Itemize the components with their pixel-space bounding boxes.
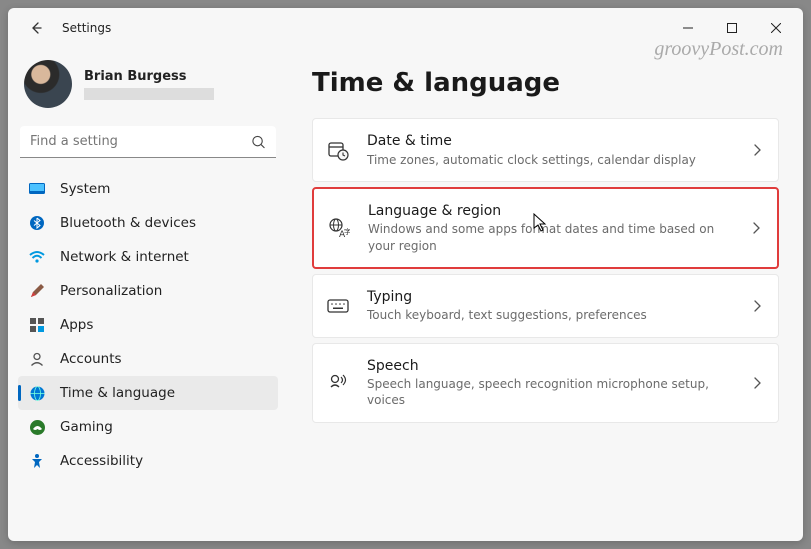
sidebar-item-gaming[interactable]: Gaming (18, 410, 278, 444)
chevron-right-icon (752, 376, 762, 390)
avatar (24, 60, 72, 108)
page-title: Time & language (312, 68, 779, 98)
card-language-region[interactable]: A字 Language & region Windows and some ap… (312, 187, 779, 269)
sidebar-item-bluetooth[interactable]: Bluetooth & devices (18, 206, 278, 240)
svg-text:字: 字 (344, 227, 350, 236)
card-title: Date & time (367, 132, 742, 152)
chevron-right-icon (752, 143, 762, 157)
nav: System Bluetooth & devices Network & int… (18, 172, 278, 478)
profile-info: Brian Burgess (84, 68, 272, 100)
sidebar-item-accessibility[interactable]: Accessibility (18, 444, 278, 478)
sidebar-item-label: Time & language (60, 385, 175, 401)
wifi-icon (28, 248, 46, 266)
sidebar-item-network[interactable]: Network & internet (18, 240, 278, 274)
sidebar-item-apps[interactable]: Apps (18, 308, 278, 342)
card-speech[interactable]: Speech Speech language, speech recogniti… (312, 343, 779, 423)
accounts-icon (28, 350, 46, 368)
card-subtitle: Touch keyboard, text suggestions, prefer… (367, 307, 742, 323)
card-title: Speech (367, 357, 742, 377)
card-body: Date & time Time zones, automatic clock … (367, 132, 742, 168)
gaming-icon (28, 418, 46, 436)
paintbrush-icon (28, 282, 46, 300)
card-body: Language & region Windows and some apps … (368, 202, 741, 254)
card-typing[interactable]: Typing Touch keyboard, text suggestions,… (312, 274, 779, 338)
system-icon (28, 180, 46, 198)
date-time-icon (327, 139, 349, 161)
sidebar-item-personalization[interactable]: Personalization (18, 274, 278, 308)
close-button[interactable] (755, 14, 797, 42)
search-container (20, 126, 276, 158)
profile[interactable]: Brian Burgess (18, 52, 278, 122)
card-subtitle: Speech language, speech recognition micr… (367, 376, 742, 408)
minimize-icon (683, 23, 693, 33)
sidebar-item-label: Accessibility (60, 453, 143, 469)
speech-icon (327, 372, 349, 394)
sidebar-item-label: System (60, 181, 110, 197)
bluetooth-icon (28, 214, 46, 232)
sidebar-item-system[interactable]: System (18, 172, 278, 206)
minimize-button[interactable] (667, 14, 709, 42)
card-body: Speech Speech language, speech recogniti… (367, 357, 742, 409)
window-title: Settings (62, 21, 111, 35)
sidebar: Brian Burgess System Bluetooth & devices (8, 48, 288, 541)
time-language-icon (28, 384, 46, 402)
settings-window: Settings groovyPost.com Brian Burgess (8, 8, 803, 541)
language-region-icon: A字 (328, 217, 350, 239)
sidebar-item-accounts[interactable]: Accounts (18, 342, 278, 376)
sidebar-item-time-language[interactable]: Time & language (18, 376, 278, 410)
profile-name: Brian Burgess (84, 68, 272, 86)
arrow-left-icon (28, 20, 44, 36)
sidebar-item-label: Personalization (60, 283, 162, 299)
close-icon (771, 23, 781, 33)
back-button[interactable] (22, 14, 50, 42)
card-title: Typing (367, 288, 742, 308)
sidebar-item-label: Apps (60, 317, 93, 333)
keyboard-icon (327, 295, 349, 317)
accessibility-icon (28, 452, 46, 470)
window-controls (667, 14, 797, 42)
sidebar-item-label: Accounts (60, 351, 122, 367)
titlebar: Settings (8, 8, 803, 48)
sidebar-item-label: Network & internet (60, 249, 189, 265)
profile-email-redacted (84, 88, 214, 100)
search-icon (251, 135, 266, 150)
chevron-right-icon (751, 221, 761, 235)
card-subtitle: Windows and some apps format dates and t… (368, 221, 741, 253)
main: Time & language Date & time Time zones, … (288, 48, 803, 541)
content: Brian Burgess System Bluetooth & devices (8, 48, 803, 541)
maximize-icon (727, 23, 737, 33)
search-input[interactable] (20, 126, 276, 158)
card-date-time[interactable]: Date & time Time zones, automatic clock … (312, 118, 779, 182)
apps-icon (28, 316, 46, 334)
maximize-button[interactable] (711, 14, 753, 42)
sidebar-item-label: Gaming (60, 419, 113, 435)
card-list: Date & time Time zones, automatic clock … (312, 118, 779, 423)
sidebar-item-label: Bluetooth & devices (60, 215, 196, 231)
chevron-right-icon (752, 299, 762, 313)
card-body: Typing Touch keyboard, text suggestions,… (367, 288, 742, 324)
card-subtitle: Time zones, automatic clock settings, ca… (367, 152, 742, 168)
card-title: Language & region (368, 202, 741, 222)
